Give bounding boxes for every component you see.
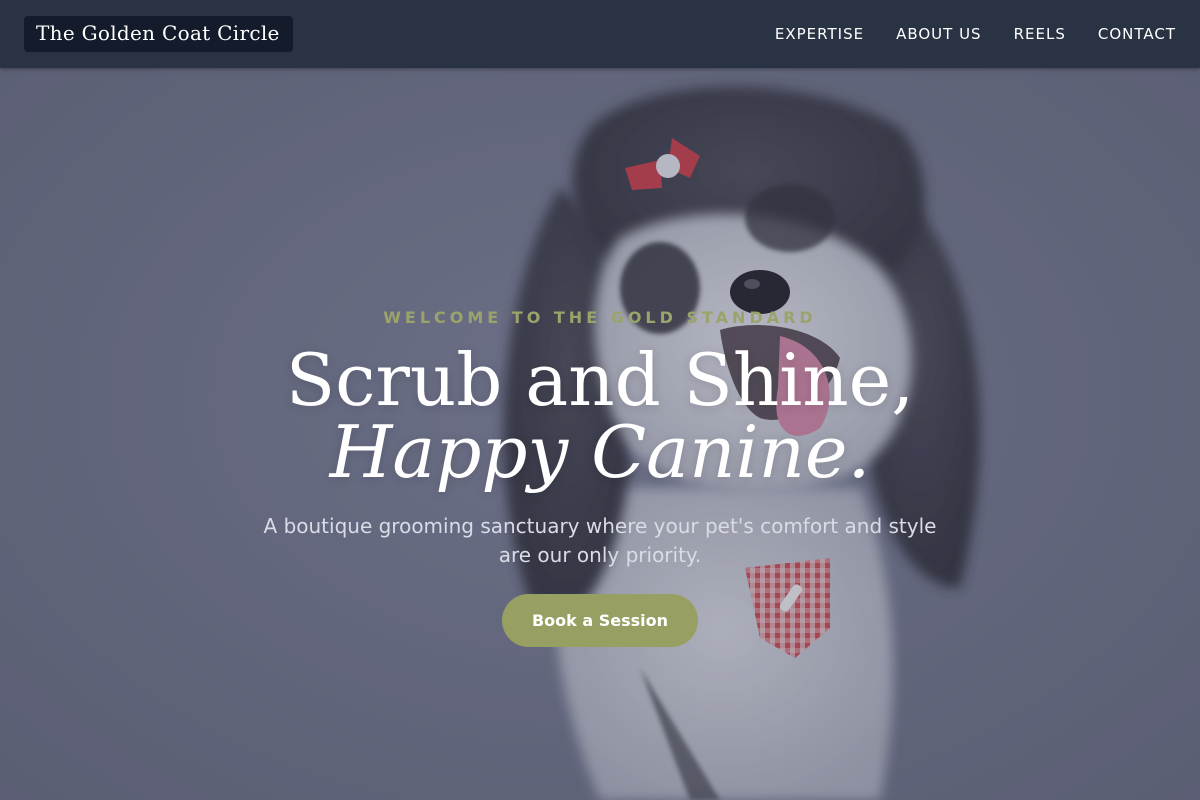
hero-headline: Scrub and Shine, Happy Canine.: [0, 344, 1200, 488]
book-session-button[interactable]: Book a Session: [502, 594, 698, 647]
hero-headline-line2: Happy Canine.: [329, 410, 871, 494]
main-nav: EXPERTISE ABOUT US REELS CONTACT: [775, 25, 1176, 43]
site-header: The Golden Coat Circle EXPERTISE ABOUT U…: [0, 0, 1200, 68]
nav-item-contact[interactable]: CONTACT: [1098, 25, 1176, 43]
hero-content: WELCOME TO THE GOLD STANDARD Scrub and S…: [0, 68, 1200, 800]
hero-eyebrow: WELCOME TO THE GOLD STANDARD: [383, 308, 817, 327]
brand-logo[interactable]: The Golden Coat Circle: [24, 16, 293, 52]
nav-item-reels[interactable]: REELS: [1014, 25, 1066, 43]
nav-item-about-us[interactable]: ABOUT US: [896, 25, 982, 43]
hero-subtitle: A boutique grooming sanctuary where your…: [263, 514, 937, 567]
nav-item-expertise[interactable]: EXPERTISE: [775, 25, 864, 43]
